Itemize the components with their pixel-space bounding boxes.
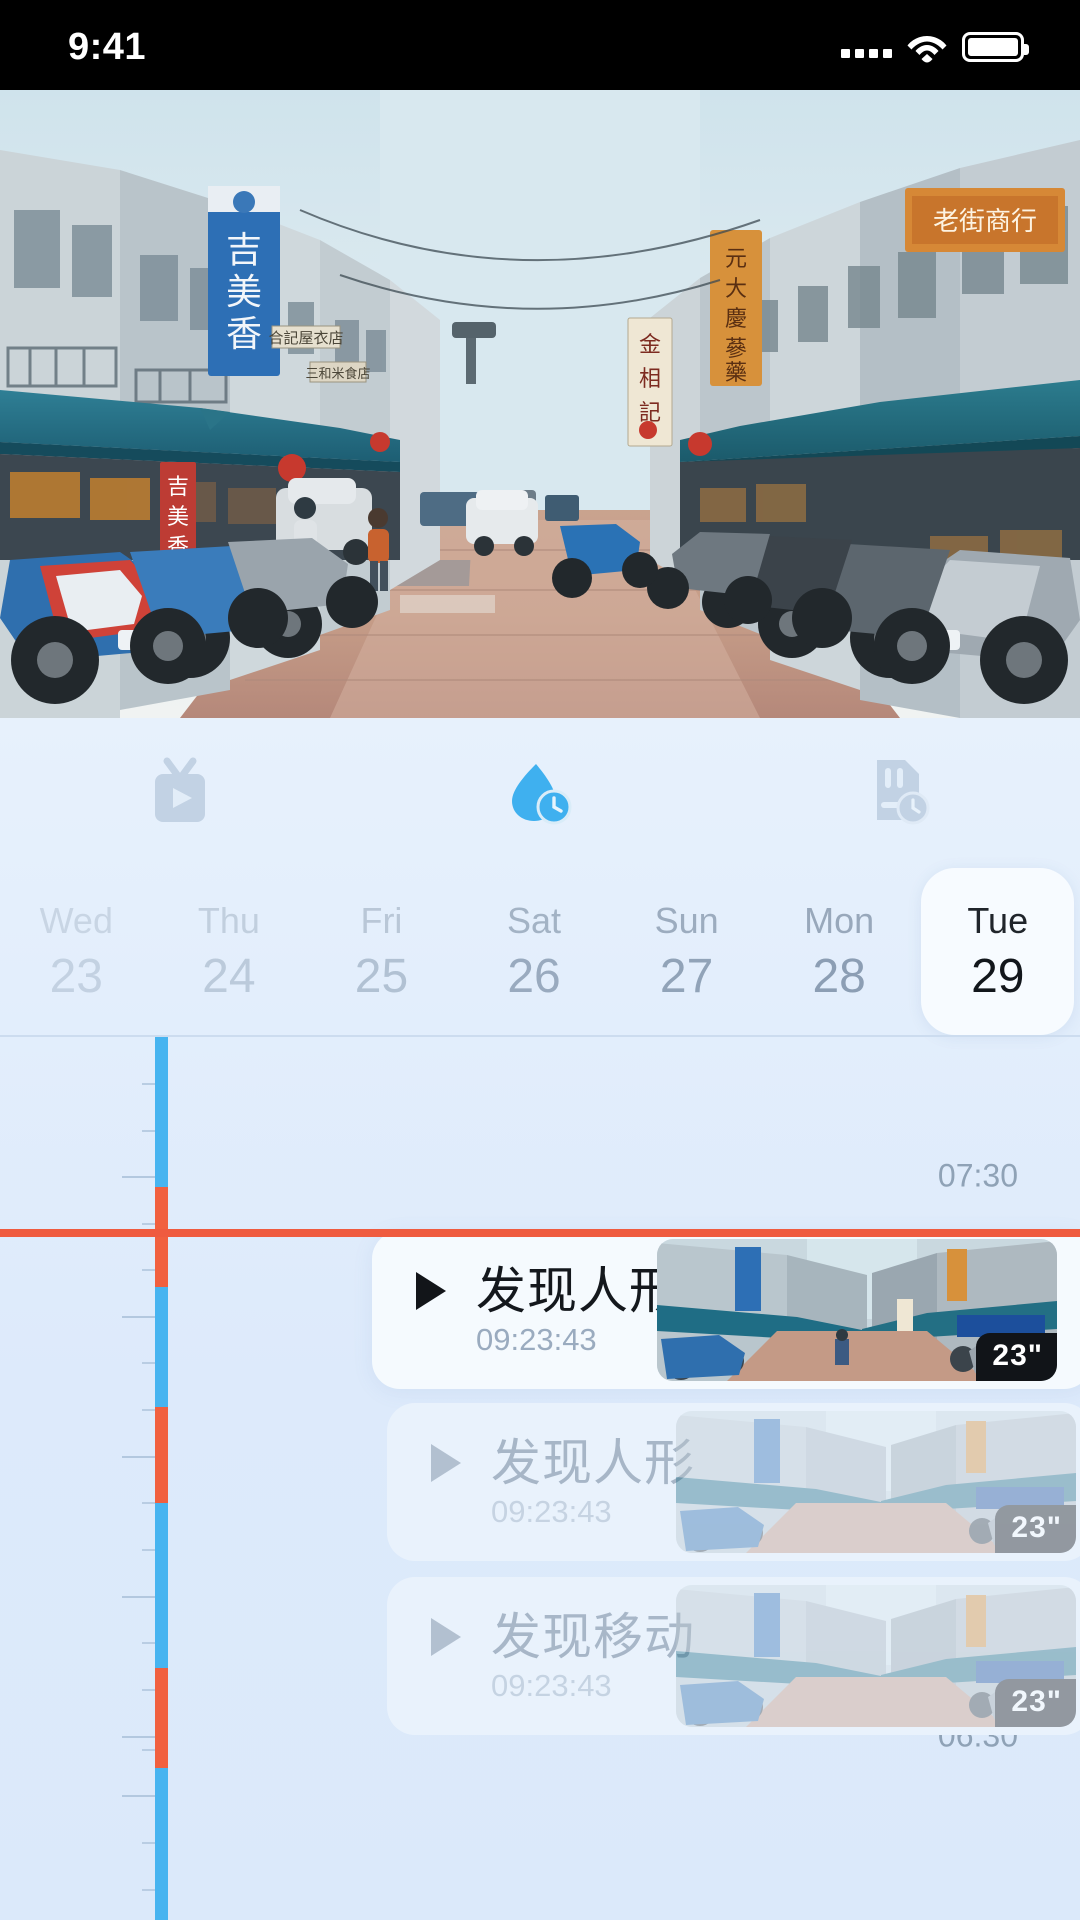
date-item-4[interactable]: Sun 27: [610, 868, 763, 1035]
tab-live[interactable]: [0, 718, 360, 868]
status-indicators: [841, 28, 1029, 66]
date-num: 25: [354, 949, 409, 1003]
date-item-3[interactable]: Sat 26: [458, 868, 611, 1035]
event-card-1[interactable]: 发现人形 09:23:43 23": [387, 1403, 1080, 1561]
date-num: 28: [812, 949, 866, 1003]
date-dow: Wed: [39, 899, 113, 941]
date-item-6-selected[interactable]: Tue 29: [921, 868, 1075, 1035]
date-dow: Tue: [967, 899, 1029, 941]
live-video-view[interactable]: 吉 美 香 合記屋衣店 三和米食店 吉 美 香 元 大 慶 蔘 藥 金 相 記 …: [0, 90, 1080, 718]
signal-dots-icon: [841, 28, 892, 66]
event-thumbnail[interactable]: 23": [676, 1411, 1076, 1553]
playback-panel: Wed 23 Thu 24 Fri 25 Sat 26 Sun 27 Mon 2…: [0, 718, 1080, 1920]
svg-text:大: 大: [725, 277, 747, 302]
svg-text:老街商行: 老街商行: [933, 207, 1037, 237]
date-num: 23: [49, 949, 103, 1003]
date-item-1[interactable]: Thu 24: [153, 868, 306, 1035]
status-time: 9:41: [68, 26, 147, 68]
svg-text:三和米食店: 三和米食店: [305, 366, 370, 382]
svg-text:美: 美: [167, 505, 189, 530]
svg-text:合記屋衣店: 合記屋衣店: [268, 329, 343, 347]
event-card-text: 发现移动 09:23:43: [431, 1577, 695, 1735]
svg-text:美: 美: [226, 272, 262, 313]
date-num: 24: [202, 949, 256, 1003]
date-num: 26: [507, 949, 561, 1003]
event-title: 发现移动: [491, 1607, 695, 1666]
wifi-icon: [906, 31, 948, 63]
timeline-playhead[interactable]: [0, 1229, 1080, 1237]
play-triangle-icon[interactable]: [431, 1617, 461, 1656]
event-card-0[interactable]: 发现人形 09:23:43 23": [372, 1231, 1080, 1389]
cloud-clock-icon: [504, 760, 576, 826]
date-num: 27: [659, 949, 714, 1003]
date-item-5[interactable]: Mon 28: [763, 868, 916, 1035]
event-time: 09:23:43: [476, 1321, 597, 1357]
event-list: 发现人形 09:23:43 23" 发现人形 09:23:43 23" 发现移动…: [0, 1037, 1080, 1920]
date-item-0[interactable]: Wed 23: [0, 868, 153, 1035]
event-thumbnail[interactable]: 23": [657, 1239, 1057, 1381]
date-dow: Mon: [804, 899, 875, 941]
event-title: 发现人形: [491, 1433, 695, 1492]
event-time: 09:23:43: [491, 1493, 612, 1529]
tab-sdcard[interactable]: [720, 718, 1080, 868]
source-tab-bar: [0, 718, 1080, 868]
play-triangle-icon[interactable]: [431, 1443, 461, 1482]
svg-text:元: 元: [725, 247, 747, 272]
date-dow: Thu: [197, 899, 260, 941]
date-dow: Fri: [360, 899, 403, 941]
tab-cloud[interactable]: [360, 718, 720, 868]
date-item-2[interactable]: Fri 25: [305, 868, 458, 1035]
event-card-text: 发现人形 09:23:43: [431, 1403, 695, 1561]
sdcard-clock-icon: [869, 756, 931, 830]
play-triangle-icon[interactable]: [416, 1271, 446, 1310]
tv-play-icon: [147, 757, 213, 829]
event-card-2[interactable]: 发现移动 09:23:43 23": [387, 1577, 1080, 1735]
svg-text:藥: 藥: [725, 361, 747, 386]
battery-full-icon: [962, 32, 1029, 62]
date-strip: Wed 23 Thu 24 Fri 25 Sat 26 Sun 27 Mon 2…: [0, 868, 1080, 1035]
duration-badge: 23": [995, 1679, 1076, 1727]
svg-text:香: 香: [226, 314, 262, 355]
svg-text:金: 金: [639, 333, 661, 358]
svg-text:相: 相: [639, 367, 661, 392]
duration-badge: 23": [976, 1333, 1057, 1381]
event-title: 发现人形: [476, 1261, 680, 1320]
date-num: 29: [971, 949, 1025, 1003]
svg-text:吉: 吉: [226, 230, 262, 271]
event-card-text: 发现人形 09:23:43: [416, 1231, 680, 1389]
event-thumbnail[interactable]: 23": [676, 1585, 1076, 1727]
duration-badge: 23": [995, 1505, 1076, 1553]
event-time: 09:23:43: [491, 1667, 612, 1703]
date-dow: Sat: [507, 899, 562, 941]
svg-text:吉: 吉: [167, 475, 189, 500]
svg-text:慶: 慶: [725, 307, 747, 332]
app-root: 9:41 吉 美 香 合記屋衣店 三和米食店 吉 美 香 元 大 慶 蔘 藥 金…: [0, 0, 1080, 1920]
date-dow: Sun: [654, 899, 719, 941]
svg-text:蔘: 蔘: [725, 337, 747, 362]
status-bar: 9:41: [0, 0, 1080, 90]
